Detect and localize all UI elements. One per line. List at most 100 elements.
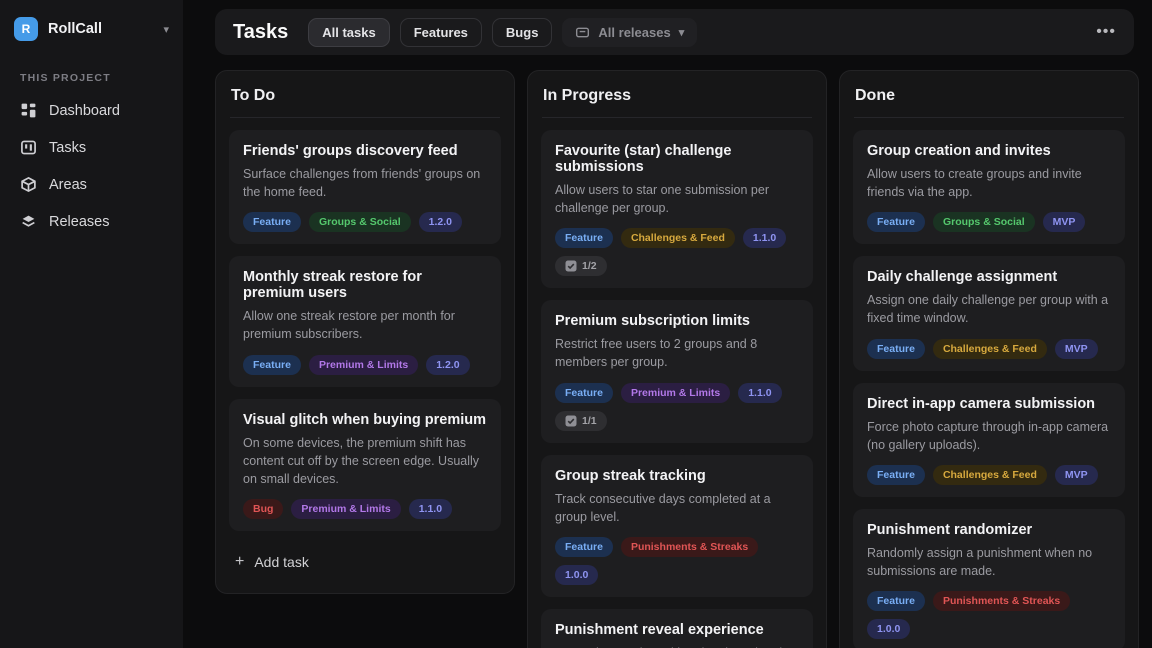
tag-label: Premium & Limits — [631, 387, 720, 399]
tag-label: 1.2.0 — [436, 359, 459, 371]
tag-punishments-streaks: Punishments & Streaks — [621, 537, 758, 557]
tag-bug: Bug — [243, 499, 283, 519]
checklist-badge: 1/1 — [555, 411, 607, 431]
filter-bugs[interactable]: Bugs — [492, 18, 553, 47]
tag-label: MVP — [1053, 216, 1076, 228]
tag-premium-limits: Premium & Limits — [309, 355, 418, 375]
tag-label: Challenges & Feed — [943, 343, 1037, 355]
task-card-punishment-randomizer[interactable]: Punishment randomizerRandomly assign a p… — [853, 509, 1125, 648]
checkbox-checked-icon — [565, 260, 577, 272]
tag-version: 1.0.0 — [867, 619, 910, 639]
column-divider — [542, 117, 812, 118]
kanban-board: To Do Friends' groups discovery feedSurfa… — [215, 70, 1152, 648]
tag-label: 1/1 — [582, 415, 597, 427]
tag-label: Bug — [253, 503, 273, 515]
tag-version: 1.2.0 — [426, 355, 469, 375]
task-description: Randomly assign a punishment when no sub… — [867, 544, 1111, 580]
task-tags: FeatureGroups & Social1.2.0 — [243, 212, 487, 232]
tag-label: Punishments & Streaks — [631, 541, 748, 553]
task-description: Surface challenges from friends' groups … — [243, 165, 487, 201]
task-tags: BugPremium & Limits1.1.0 — [243, 499, 487, 519]
task-card-visual-glitch-when-buying-premium[interactable]: Visual glitch when buying premiumOn some… — [229, 399, 501, 531]
task-description: Track consecutive days completed at a gr… — [555, 490, 799, 526]
tag-feature: Feature — [243, 355, 301, 375]
tag-label: Punishments & Streaks — [943, 595, 1060, 607]
task-card-favourite-star-challenge-submissions[interactable]: Favourite (star) challenge submissionsAl… — [541, 130, 813, 288]
tag-label: MVP — [1065, 343, 1088, 355]
tag-label: Feature — [877, 469, 915, 481]
sidebar-item-areas[interactable]: Areas — [14, 168, 169, 201]
project-name: RollCall — [48, 21, 153, 37]
tag-feature: Feature — [867, 212, 925, 232]
tag-label: Feature — [565, 541, 603, 553]
task-title: Direct in-app camera submission — [867, 396, 1111, 412]
sidebar-item-releases[interactable]: Releases — [14, 205, 169, 238]
sidebar-item-dashboard[interactable]: Dashboard — [14, 94, 169, 127]
column-title: Done — [853, 85, 1125, 117]
task-tags: Feature Punishments & Streaks 1.0.0 — [867, 591, 1111, 639]
ellipsis-menu-button[interactable]: ••• — [1096, 23, 1116, 41]
tag-punishments-streaks: Punishments & Streaks — [933, 591, 1070, 611]
column-divider — [854, 117, 1124, 118]
filter-all-tasks[interactable]: All tasks — [308, 18, 389, 47]
tag-label: Challenges & Feed — [943, 469, 1037, 481]
release-filter-dropdown[interactable]: All releases ▾ — [562, 18, 697, 47]
tag-version: 1.1.0 — [743, 228, 786, 248]
tag-label: Feature — [253, 216, 291, 228]
task-card-friends-groups-discovery-feed[interactable]: Friends' groups discovery feedSurface ch… — [229, 130, 501, 244]
column-in-progress: In ProgressFavourite (star) challenge su… — [527, 70, 827, 648]
tag-label: 1.2.0 — [429, 216, 452, 228]
task-description: Allow one streak restore per month for p… — [243, 307, 487, 343]
task-card-daily-challenge-assignment[interactable]: Daily challenge assignmentAssign one dai… — [853, 256, 1125, 370]
tag-label: 1.1.0 — [753, 232, 776, 244]
task-description: Restrict free users to 2 groups and 8 me… — [555, 335, 799, 371]
tag-feature: Feature — [867, 465, 925, 485]
sidebar-item-label: Tasks — [49, 140, 86, 156]
tag-groups-social: Groups & Social — [933, 212, 1035, 232]
task-card-monthly-streak-restore-for-premium-users[interactable]: Monthly streak restore for premium users… — [229, 256, 501, 386]
task-tags: Feature Groups & Social MVP — [867, 212, 1111, 232]
tag-feature: Feature — [555, 383, 613, 403]
task-card-group-creation-and-invites[interactable]: Group creation and invitesAllow users to… — [853, 130, 1125, 244]
tag-version: MVP — [1055, 465, 1098, 485]
sidebar-item-label: Areas — [49, 177, 87, 193]
page-title: Tasks — [233, 21, 288, 44]
tag-challenges-feed: Challenges & Feed — [933, 339, 1047, 359]
task-card-punishment-reveal-experience[interactable]: Punishment reveal experienceDramatic rev… — [541, 609, 813, 648]
task-description: Allow users to create groups and invite … — [867, 165, 1111, 201]
sidebar: R RollCall ▾ THIS PROJECT Dashboard Task… — [0, 0, 183, 648]
task-card-group-streak-tracking[interactable]: Group streak trackingTrack consecutive d… — [541, 455, 813, 597]
task-tags: Feature Punishments & Streaks 1.0.0 — [555, 537, 799, 585]
chevron-down-icon: ▾ — [679, 26, 685, 39]
dashboard-icon — [20, 102, 37, 119]
cube-icon — [20, 176, 37, 193]
tag-label: 1.1.0 — [748, 387, 771, 399]
tag-version: 1.1.0 — [738, 383, 781, 403]
task-card-premium-subscription-limits[interactable]: Premium subscription limitsRestrict free… — [541, 300, 813, 442]
tag-label: 1.0.0 — [877, 623, 900, 635]
tag-feature: Feature — [867, 591, 925, 611]
tag-feature: Feature — [867, 339, 925, 359]
tag-label: 1.0.0 — [565, 569, 588, 581]
task-description: Force photo capture through in-app camer… — [867, 418, 1111, 454]
task-tags: Feature Premium & Limits 1.1.0 1/1 — [555, 383, 799, 431]
column-title: To Do — [229, 85, 501, 117]
task-tags: Feature Challenges & Feed MVP — [867, 339, 1111, 359]
checklist-badge: 1/2 — [555, 256, 607, 276]
task-description: Dramatic reveal UI with animations, hapt… — [555, 644, 799, 648]
column-to-do: To Do Friends' groups discovery feedSurfa… — [215, 70, 515, 594]
project-switcher[interactable]: R RollCall ▾ — [14, 12, 169, 46]
filter-features[interactable]: Features — [400, 18, 482, 47]
task-card-direct-in-app-camera-submission[interactable]: Direct in-app camera submission Force pho… — [853, 383, 1125, 497]
tag-version: 1.1.0 — [409, 499, 452, 519]
sidebar-item-tasks[interactable]: Tasks — [14, 131, 169, 164]
task-title: Monthly streak restore for premium users — [243, 269, 487, 301]
tag-label: Groups & Social — [943, 216, 1025, 228]
tag-version: MVP — [1043, 212, 1086, 232]
add-task-button[interactable]: +Add task — [229, 543, 501, 583]
tag-version: MVP — [1055, 339, 1098, 359]
tag-challenges-feed: Challenges & Feed — [621, 228, 735, 248]
tag-feature: Feature — [555, 228, 613, 248]
chevron-down-icon: ▾ — [163, 23, 169, 36]
tag-feature: Feature — [555, 537, 613, 557]
